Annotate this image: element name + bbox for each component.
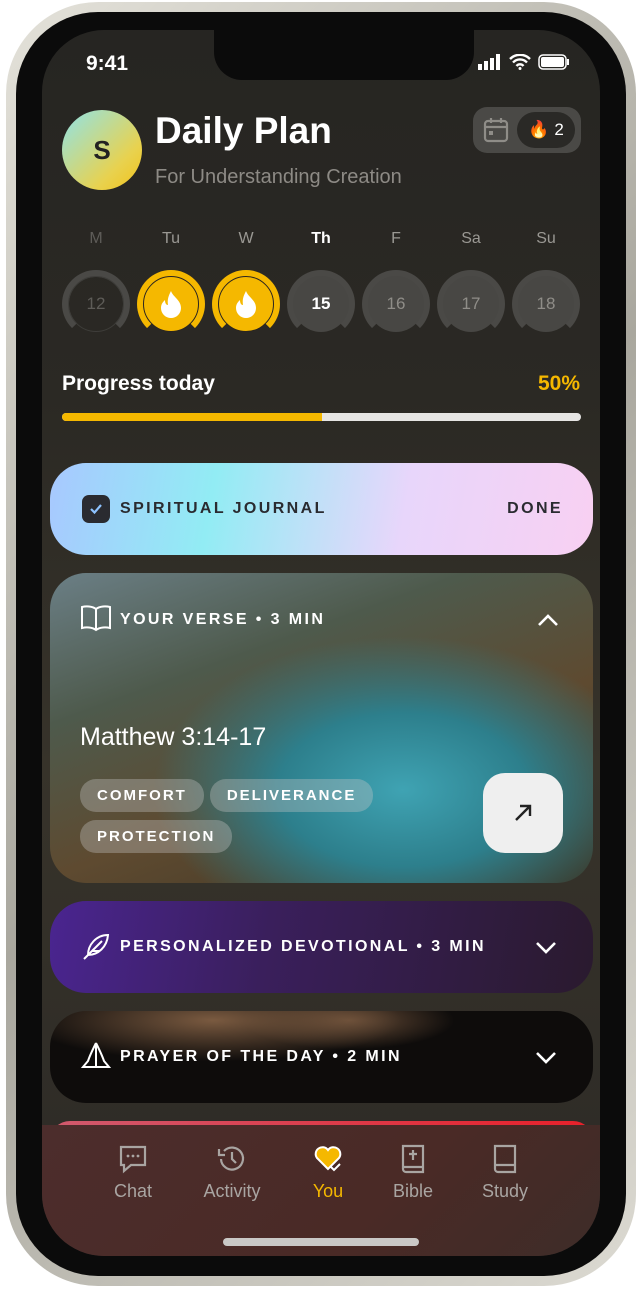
feather-icon (83, 933, 110, 960)
status-time: 9:41 (86, 52, 129, 75)
day-circle[interactable]: 17 (437, 270, 505, 338)
checkbox-icon (82, 495, 110, 523)
tab-bar: Chat Activity You Bible Study (42, 1125, 600, 1256)
arrow-up-right-icon (515, 804, 532, 821)
day-circle[interactable]: 12 (62, 270, 130, 338)
day-circle[interactable]: 15 (287, 270, 355, 338)
flame-icon: 🔥 (528, 120, 550, 139)
verse-reference: Matthew 3:14-17 (80, 723, 267, 751)
day-circle[interactable] (212, 270, 280, 338)
day-circle-inner (218, 276, 274, 332)
journal-status: DONE (507, 500, 563, 517)
verse-tag[interactable]: DELIVERANCE (209, 779, 374, 812)
day-date: 16 (386, 294, 406, 313)
journal-card[interactable]: SPIRITUAL JOURNAL DONE (50, 463, 593, 555)
signal-icon (478, 54, 500, 70)
prayer-card[interactable]: PRAYER OF THE DAY • 2 MIN (50, 1011, 593, 1103)
day-circle[interactable]: 18 (512, 270, 580, 338)
home-indicator[interactable] (223, 1238, 419, 1246)
streak-badge[interactable]: 🔥 2 (517, 112, 575, 148)
day-circle-inner: 15 (293, 276, 349, 332)
flame-icon (236, 291, 256, 318)
streak-count: 2 (554, 120, 564, 139)
day-date: 12 (86, 294, 106, 313)
verse-card[interactable]: YOUR VERSE • 3 MIN Matthew 3:14-17 COMFO… (50, 573, 593, 883)
day-circle[interactable] (137, 270, 205, 338)
wifi-icon (509, 54, 531, 70)
verse-tag[interactable]: PROTECTION (80, 820, 233, 853)
chevron-down-icon[interactable] (535, 941, 557, 955)
book-icon (493, 1144, 517, 1174)
battery-icon (538, 54, 569, 70)
day-circle-inner: 16 (368, 276, 424, 332)
journal-label: SPIRITUAL JOURNAL (120, 500, 327, 517)
chevron-up-icon[interactable] (537, 613, 559, 627)
tab-study[interactable]: Study (460, 1143, 550, 1202)
history-icon (217, 1146, 245, 1171)
day-circle-inner: 17 (443, 276, 499, 332)
chevron-down-icon[interactable] (535, 1051, 557, 1065)
heart-check-icon (314, 1146, 342, 1172)
day-date: 15 (311, 294, 331, 313)
avatar[interactable]: S (62, 110, 142, 190)
day-label: Su (536, 230, 556, 247)
day-label: F (391, 230, 401, 247)
day-date: 18 (536, 294, 556, 313)
progress-label: Progress today (62, 372, 215, 395)
screen: 9:41 S Daily Plan For Understanding Crea… (42, 30, 600, 1256)
page-title: Daily Plan (155, 110, 332, 151)
bible-icon (401, 1144, 425, 1174)
verse-tag[interactable]: COMFORT (80, 779, 204, 812)
tab-you[interactable]: You (283, 1143, 373, 1202)
tab-label: Chat (113, 1181, 153, 1201)
day-circle-inner: 18 (518, 276, 574, 332)
day-label: Sa (461, 230, 481, 247)
devotional-card[interactable]: PERSONALIZED DEVOTIONAL • 3 MIN (50, 901, 593, 993)
day-circle-inner: 12 (68, 276, 124, 332)
calendar-icon[interactable] (482, 116, 510, 144)
day-label: Tu (161, 230, 181, 247)
devotional-label: PERSONALIZED DEVOTIONAL • 3 MIN (120, 938, 486, 955)
tab-label: Study (481, 1181, 529, 1201)
praying-hands-icon (80, 1042, 112, 1068)
notch (214, 30, 474, 80)
tab-label: Activity (203, 1181, 261, 1201)
tab-label: You (312, 1181, 344, 1201)
day-label: Th (311, 230, 331, 247)
progress-fill (62, 413, 322, 421)
progress-value: 50% (537, 372, 580, 395)
progress-bar (62, 413, 581, 421)
verse-label: YOUR VERSE • 3 MIN (120, 611, 326, 628)
tab-chat[interactable]: Chat (88, 1143, 178, 1202)
chat-bubble-icon (119, 1145, 147, 1174)
day-date: 17 (461, 294, 481, 313)
tab-label: Bible (392, 1181, 434, 1201)
verse-tags: COMFORT DELIVERANCE PROTECTION (80, 779, 440, 861)
flame-icon (161, 291, 181, 318)
day-circle[interactable]: 16 (362, 270, 430, 338)
page-subtitle: For Understanding Creation (155, 166, 402, 188)
tab-bible[interactable]: Bible (368, 1143, 458, 1202)
day-circle-inner (143, 276, 199, 332)
day-label: W (238, 230, 254, 247)
tab-activity[interactable]: Activity (187, 1143, 277, 1202)
book-open-icon (81, 605, 111, 632)
open-verse-button[interactable] (483, 773, 563, 853)
day-label: M (89, 230, 103, 247)
prayer-label: PRAYER OF THE DAY • 2 MIN (120, 1048, 402, 1065)
header-actions: 🔥 2 (473, 107, 581, 153)
status-icons (478, 54, 570, 70)
